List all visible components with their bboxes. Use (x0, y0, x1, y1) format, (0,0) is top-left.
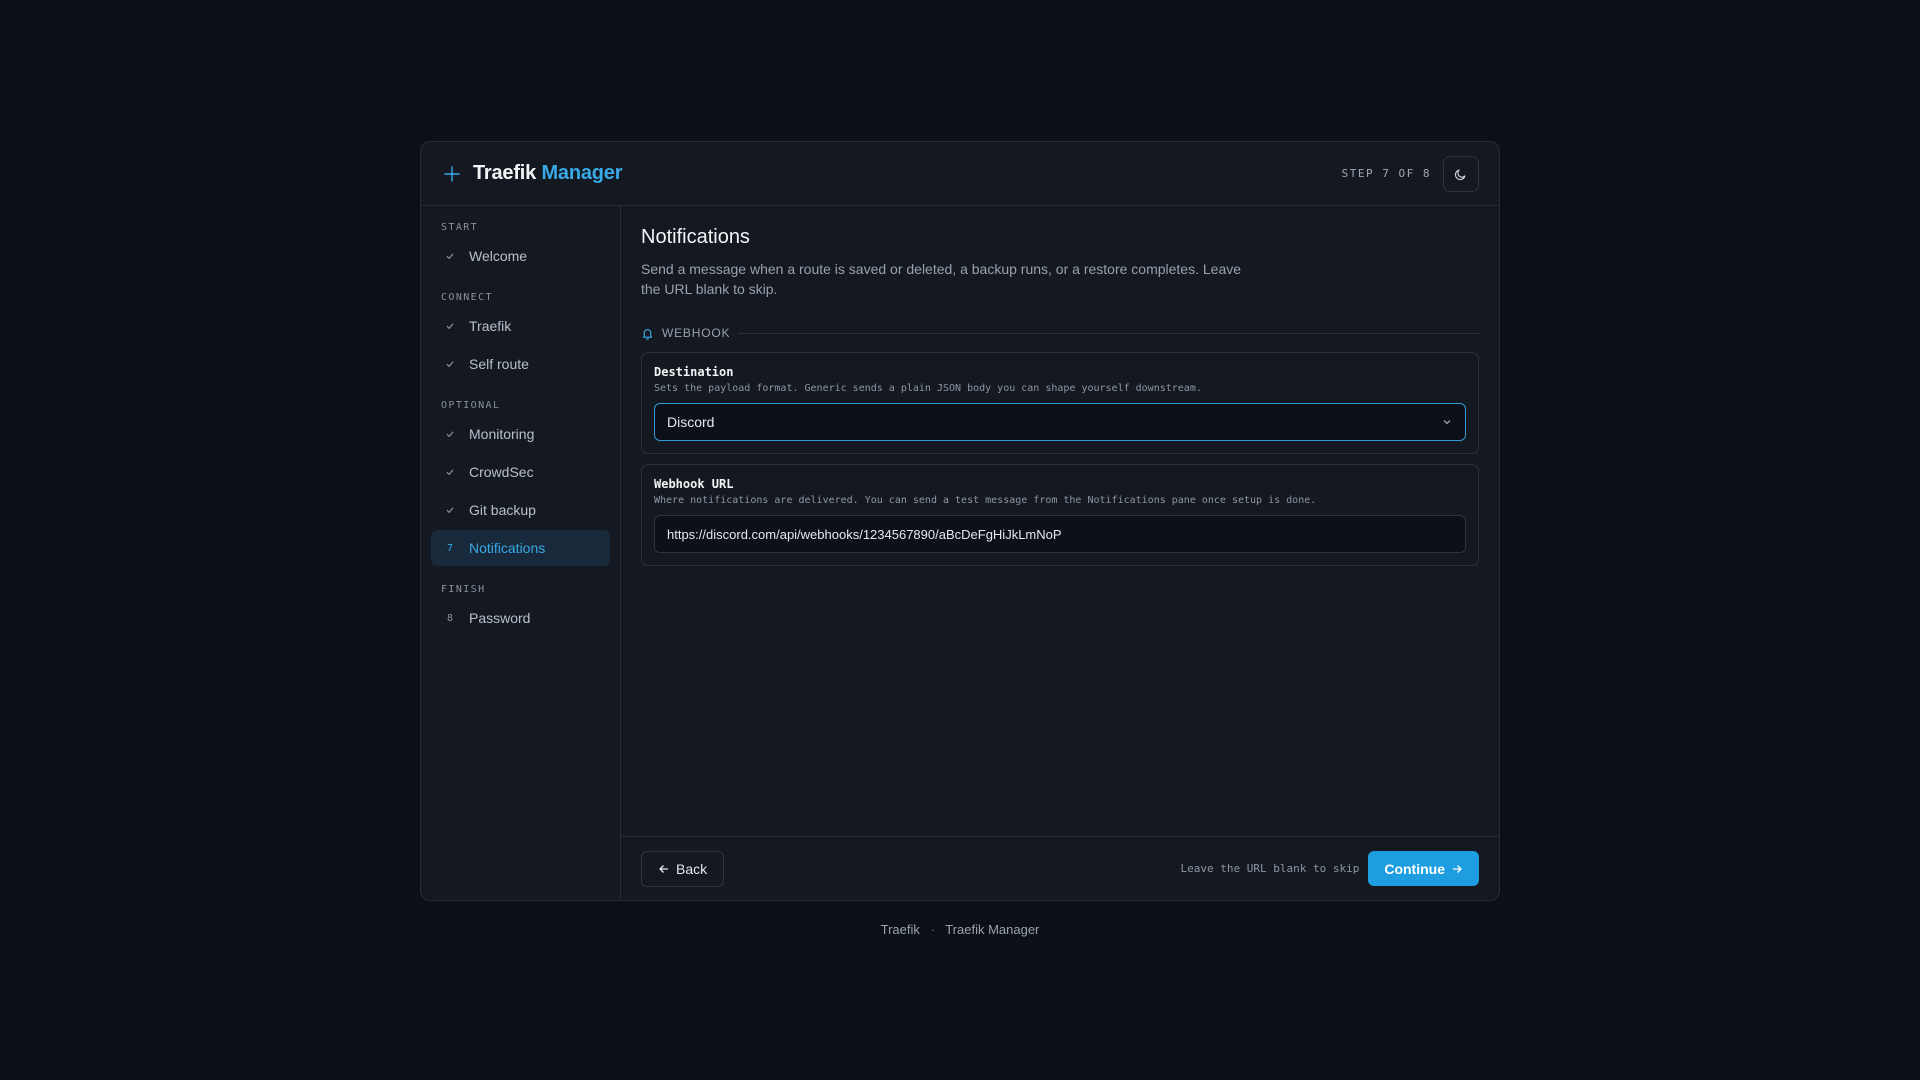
check-icon (441, 505, 459, 515)
step-number: 8 (446, 612, 454, 624)
page-description: Send a message when a route is saved or … (641, 261, 1242, 297)
setup-card: Traefik Manager STEP 7 OF 8 START Welcom… (420, 141, 1500, 901)
sidebar-item-crowdsec[interactable]: CrowdSec (431, 454, 610, 490)
webhook-url-help: Where notifications are delivered. You c… (654, 495, 1317, 506)
check-icon (441, 359, 459, 369)
arrow-left-icon (658, 863, 670, 875)
moon-icon (1454, 167, 1468, 181)
page-title: Notifications (641, 226, 750, 248)
page-footer: Traefik · Traefik Manager (0, 922, 1920, 937)
webhook-url-input[interactable] (654, 515, 1466, 553)
webhook-url-label: Webhook URL (654, 477, 734, 491)
chevron-down-icon (1441, 416, 1453, 428)
back-button-label: Back (676, 860, 708, 877)
footer-separator: · (930, 922, 935, 937)
sidebar-item-self-route[interactable]: Self route (431, 346, 610, 382)
step-number: 7 (446, 542, 454, 554)
bell-icon (641, 327, 654, 340)
arrow-right-icon (1451, 863, 1463, 875)
top-bar: Traefik Manager STEP 7 OF 8 (421, 142, 1499, 206)
webhook-url-field: Webhook URL Where notifications are deli… (641, 464, 1479, 566)
sidebar-item-label: Password (469, 610, 531, 626)
back-button[interactable]: Back (641, 850, 725, 887)
check-icon (441, 467, 459, 477)
step-indicator: STEP 7 OF 8 (1341, 167, 1431, 180)
sidebar-item-label: Self route (469, 356, 529, 372)
continue-button[interactable]: Continue (1368, 851, 1479, 886)
sidebar-item-traefik[interactable]: Traefik (431, 308, 610, 344)
sidebar-item-label: Monitoring (469, 426, 535, 442)
sidebar-item-label: Welcome (469, 248, 528, 264)
sidebar-item-welcome[interactable]: Welcome (431, 238, 610, 274)
section-divider (738, 332, 1479, 334)
sidebar-item-label: Git backup (469, 502, 536, 518)
action-footer: Back Leave the URL blank to skip Continu… (621, 836, 1499, 900)
check-icon (441, 321, 459, 331)
sidebar-item-label: Traefik (469, 318, 512, 334)
sidebar-item-password[interactable]: 8 Password (431, 600, 610, 636)
sidebar-item-label: CrowdSec (469, 464, 534, 480)
sidebar-item-git-backup[interactable]: Git backup (431, 492, 610, 528)
destination-help: Sets the payload format. Generic sends a… (654, 383, 1202, 394)
check-icon (441, 429, 459, 439)
sidebar-item-label: Notifications (469, 540, 546, 556)
app-title-primary: Traefik (473, 162, 537, 184)
destination-value: Discord (667, 414, 715, 430)
sidebar-group-optional: OPTIONAL (441, 400, 501, 411)
footer-link-traefik-manager[interactable]: Traefik Manager (945, 922, 1039, 937)
main-panel: Notifications Send a message when a rout… (621, 206, 1499, 900)
continue-button-label: Continue (1384, 860, 1445, 877)
section-header-webhook: WEBHOOK (641, 325, 1479, 341)
destination-select[interactable]: Discord (654, 403, 1466, 441)
sidebar-group-start: START (441, 222, 479, 233)
skip-hint: Leave the URL blank to skip (1180, 862, 1360, 875)
sidebar-item-notifications[interactable]: 7 Notifications (431, 530, 610, 566)
app-title: Traefik Manager (473, 162, 623, 185)
sparkle-icon (443, 165, 461, 183)
step-sidebar: START Welcome CONNECT Traefik Self route… (421, 206, 621, 900)
sidebar-group-finish: FINISH (441, 584, 486, 595)
check-icon (441, 251, 459, 261)
destination-field: Destination Sets the payload format. Gen… (641, 352, 1479, 454)
sidebar-item-monitoring[interactable]: Monitoring (431, 416, 610, 452)
sidebar-group-connect: CONNECT (441, 292, 493, 303)
app-title-accent: Manager (541, 162, 623, 184)
footer-link-traefik[interactable]: Traefik (881, 922, 920, 937)
theme-toggle-button[interactable] (1443, 155, 1479, 192)
destination-label: Destination (654, 365, 734, 379)
section-label: WEBHOOK (662, 326, 731, 340)
